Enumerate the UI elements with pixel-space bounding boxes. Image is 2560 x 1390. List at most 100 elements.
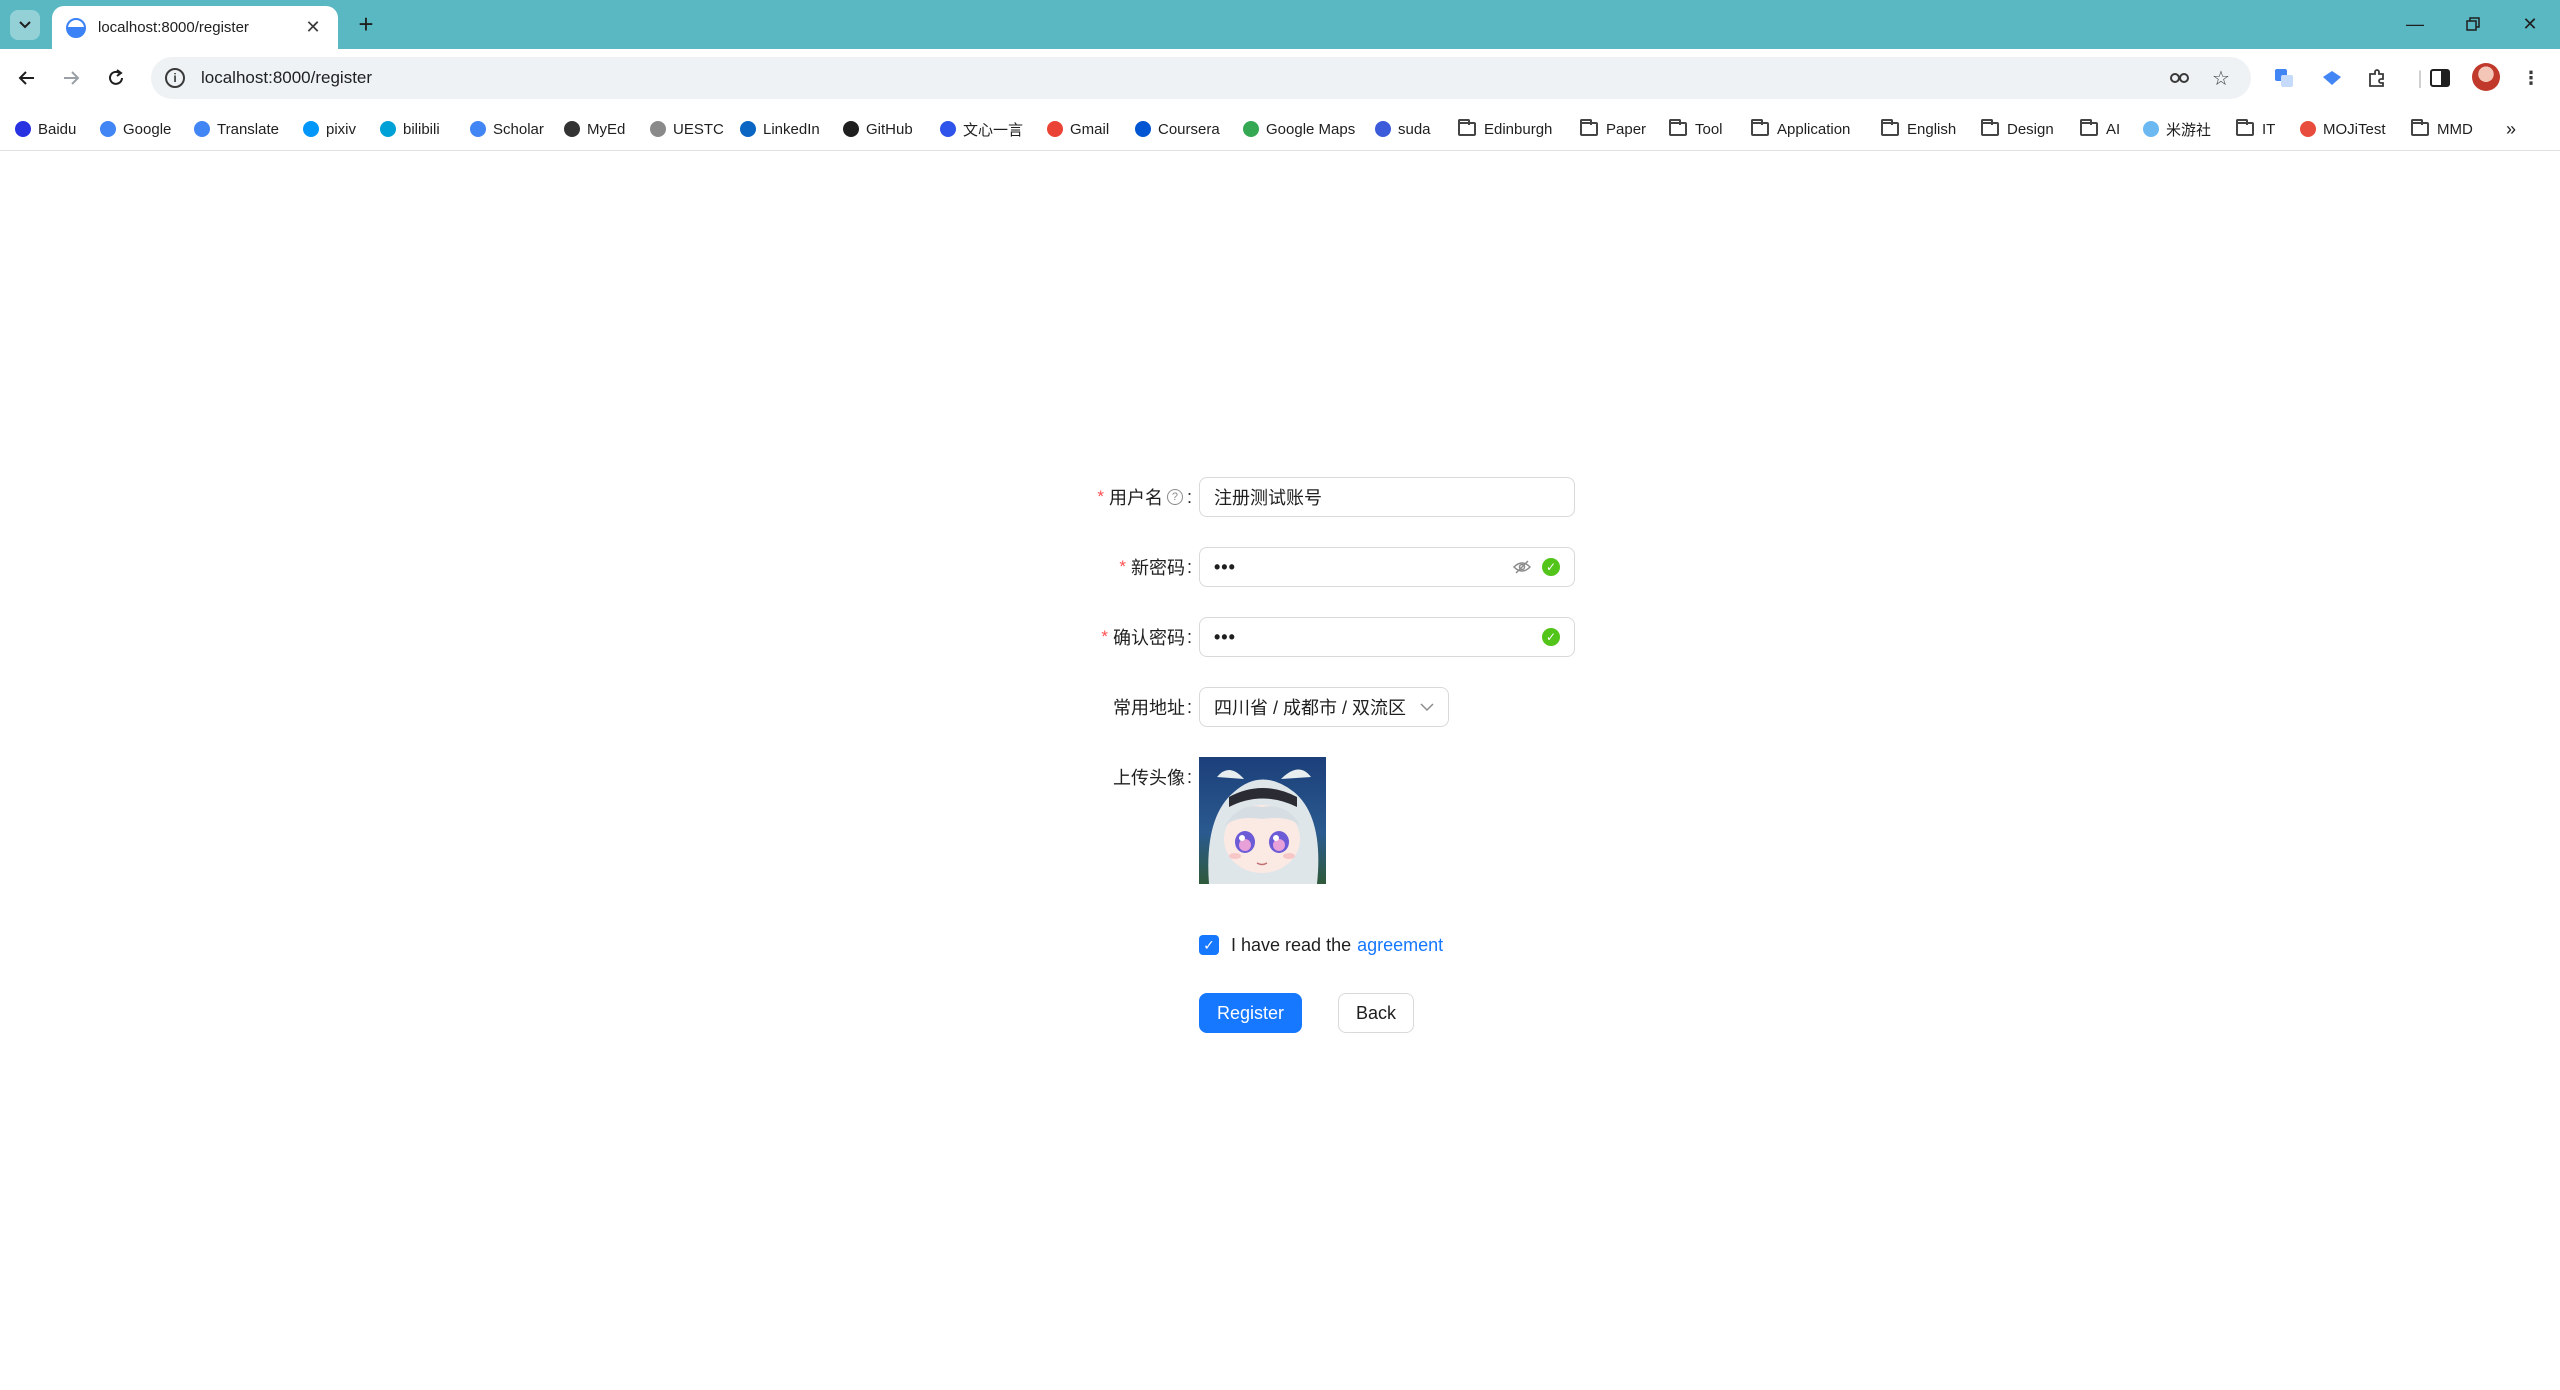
restore-button[interactable] bbox=[2453, 8, 2493, 40]
bookmark-item[interactable]: IT bbox=[2236, 117, 2275, 141]
bookmark-item[interactable]: Paper bbox=[1580, 117, 1646, 141]
bookmark-item[interactable]: LinkedIn bbox=[740, 117, 820, 141]
confirm-password-label: * 确认密码 : bbox=[1101, 617, 1192, 657]
bookmark-item[interactable]: MOJiTest bbox=[2300, 117, 2386, 141]
bookmark-item[interactable]: 米游社 bbox=[2143, 117, 2211, 141]
chevron-down-icon bbox=[19, 21, 31, 29]
bookmark-label: GitHub bbox=[866, 120, 913, 138]
forward-nav-button[interactable] bbox=[55, 62, 87, 94]
avatar-row: 上传头像 : bbox=[0, 757, 2560, 884]
password-key-icon[interactable] bbox=[2165, 62, 2197, 94]
gmail-icon bbox=[1047, 121, 1063, 137]
extensions-puzzle-icon[interactable] bbox=[2362, 63, 2392, 93]
myed-icon bbox=[564, 121, 580, 137]
minimize-button[interactable]: — bbox=[2395, 8, 2435, 40]
bookmark-star-icon[interactable]: ☆ bbox=[2205, 62, 2237, 94]
bookmark-item[interactable]: Google Maps bbox=[1243, 117, 1355, 141]
password-label: * 新密码 : bbox=[1119, 547, 1192, 587]
bookmark-label: AI bbox=[2106, 120, 2121, 138]
browser-tab-strip: localhost:8000/register ✕ + — ✕ bbox=[0, 0, 2560, 49]
more-bookmarks-chevron-icon[interactable]: » bbox=[2506, 117, 2516, 141]
bookmark-item[interactable]: Scholar bbox=[470, 117, 544, 141]
bookmark-item[interactable]: AI bbox=[2080, 117, 2120, 141]
bookmark-label: 文心一言 bbox=[963, 121, 1024, 139]
github-icon bbox=[843, 121, 859, 137]
chevron-down-icon[interactable] bbox=[1420, 699, 1434, 715]
address-value[interactable]: 四川省 / 成都市 / 双流区 bbox=[1214, 694, 1420, 720]
bookmark-label: Design bbox=[2007, 120, 2054, 138]
coursera-icon bbox=[1135, 121, 1151, 137]
question-circle-icon[interactable]: ? bbox=[1166, 489, 1183, 505]
close-window-button[interactable]: ✕ bbox=[2510, 8, 2550, 40]
username-value[interactable]: 注册测试账号 bbox=[1214, 484, 1322, 510]
translate-extension-icon[interactable] bbox=[2269, 63, 2299, 93]
url-text[interactable]: localhost:8000/register bbox=[201, 68, 372, 88]
confirm-password-value[interactable]: ••• bbox=[1214, 627, 1542, 648]
bookmark-item[interactable]: Edinburgh bbox=[1458, 117, 1552, 141]
folder-icon bbox=[1751, 119, 1769, 136]
bookmark-item[interactable]: Application bbox=[1751, 117, 1850, 141]
avatar-image[interactable] bbox=[1199, 757, 1326, 884]
address-cascader[interactable]: 四川省 / 成都市 / 双流区 bbox=[1199, 687, 1449, 727]
bookmark-item[interactable]: English bbox=[1881, 117, 1956, 141]
confirm-password-input[interactable]: ••• ✓ bbox=[1199, 617, 1575, 657]
eye-invisible-icon[interactable] bbox=[1512, 557, 1532, 577]
bookmark-item[interactable]: Google bbox=[100, 117, 171, 141]
bookmark-label: Coursera bbox=[1158, 120, 1220, 138]
bookmark-item[interactable]: MMD bbox=[2411, 117, 2473, 141]
folder-icon bbox=[1881, 119, 1899, 136]
bookmark-label: LinkedIn bbox=[763, 120, 820, 138]
reload-button[interactable] bbox=[100, 62, 132, 94]
bookmark-item[interactable]: GitHub bbox=[843, 117, 913, 141]
bookmark-label: Translate bbox=[217, 120, 279, 138]
password-input[interactable]: ••• ✓ bbox=[1199, 547, 1575, 587]
folder-icon bbox=[1669, 119, 1687, 136]
linkedin-icon bbox=[740, 121, 756, 137]
bookmark-label: MyEd bbox=[587, 120, 626, 138]
scholar-extension-icon[interactable] bbox=[2317, 63, 2347, 93]
agreement-link[interactable]: agreement bbox=[1357, 935, 1443, 956]
agreement-checkbox[interactable]: ✓ bbox=[1199, 935, 1219, 955]
required-mark: * bbox=[1119, 557, 1126, 576]
bookmark-item[interactable]: Gmail bbox=[1047, 117, 1109, 141]
bookmark-item[interactable]: suda bbox=[1375, 117, 1431, 141]
side-panel-icon[interactable] bbox=[2425, 63, 2455, 93]
bookmark-item[interactable]: bilibili bbox=[380, 117, 440, 141]
reload-icon bbox=[109, 69, 123, 85]
back-button[interactable]: Back bbox=[1338, 993, 1414, 1033]
bookmark-item[interactable]: Design bbox=[1981, 117, 2054, 141]
bookmark-item[interactable]: Tool bbox=[1669, 117, 1723, 141]
bilibili-icon bbox=[380, 121, 396, 137]
bookmark-item[interactable]: Coursera bbox=[1135, 117, 1220, 141]
new-tab-button[interactable]: + bbox=[350, 8, 382, 40]
tab-close-icon[interactable]: ✕ bbox=[302, 17, 324, 38]
username-input[interactable]: 注册测试账号 bbox=[1199, 477, 1575, 517]
restore-icon bbox=[2466, 17, 2480, 31]
bookmark-item[interactable]: Translate bbox=[194, 117, 279, 141]
baidu-icon bbox=[15, 121, 31, 137]
tab-search-button[interactable] bbox=[10, 10, 40, 40]
site-info-icon[interactable]: i bbox=[165, 68, 185, 88]
bookmark-label: 米游社 bbox=[2166, 121, 2212, 139]
bookmark-item[interactable]: MyEd bbox=[564, 117, 625, 141]
password-row: * 新密码 : ••• ✓ bbox=[0, 547, 2560, 587]
uestc-icon bbox=[650, 121, 666, 137]
bookmark-item[interactable]: 文心一言 bbox=[940, 117, 1023, 141]
username-row: * 用户名 ? : 注册测试账号 bbox=[0, 477, 2560, 517]
register-button[interactable]: Register bbox=[1199, 993, 1302, 1033]
active-tab[interactable]: localhost:8000/register ✕ bbox=[52, 6, 338, 49]
bookmark-item[interactable]: UESTC bbox=[650, 117, 724, 141]
folder-icon bbox=[1458, 119, 1476, 136]
translate-icon bbox=[194, 121, 210, 137]
address-row: 常用地址 : 四川省 / 成都市 / 双流区 bbox=[0, 687, 2560, 727]
address-bar[interactable]: i localhost:8000/register ☆ bbox=[151, 57, 2251, 99]
avatar-upload-preview[interactable] bbox=[1199, 757, 1326, 884]
back-nav-button[interactable] bbox=[11, 62, 43, 94]
more-menu-icon[interactable]: ⋮ bbox=[2516, 63, 2546, 93]
profile-avatar[interactable] bbox=[2472, 63, 2500, 91]
bookmark-label: Google Maps bbox=[1266, 120, 1356, 138]
password-value[interactable]: ••• bbox=[1214, 557, 1512, 578]
bookmark-item[interactable]: pixiv bbox=[303, 117, 356, 141]
agreement-text: I have read the bbox=[1231, 934, 1352, 955]
bookmark-item[interactable]: Baidu bbox=[15, 117, 76, 141]
